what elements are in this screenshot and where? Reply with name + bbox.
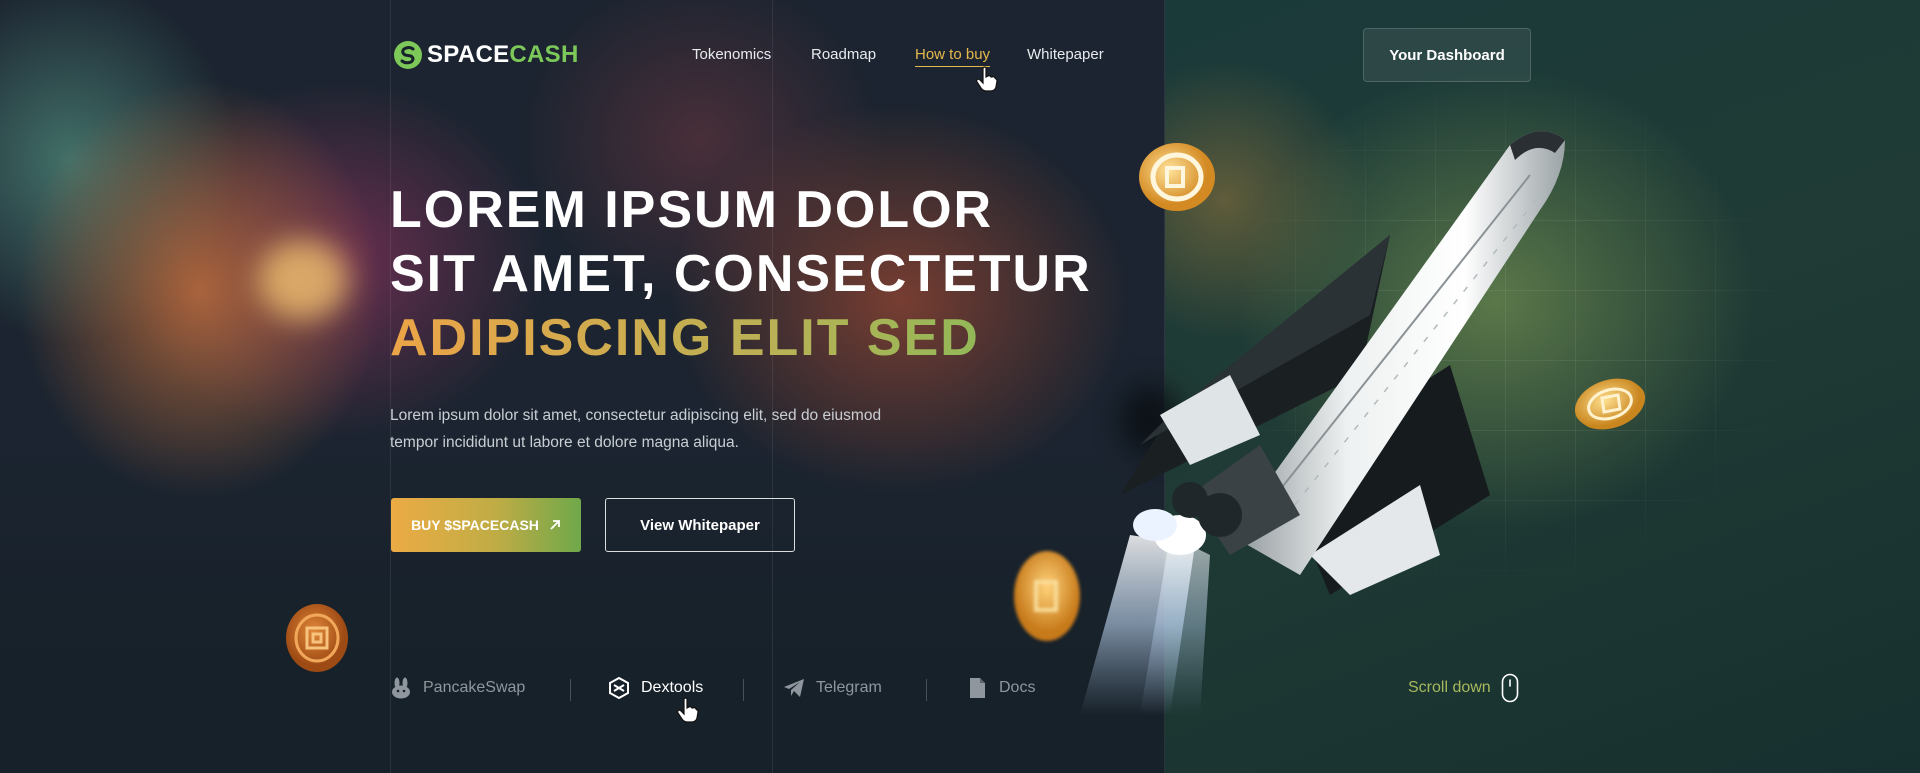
scroll-down-label: Scroll down [1408,679,1491,696]
buy-button[interactable]: BUY $SPACECASH [391,498,581,552]
link-label: Docs [999,679,1036,696]
nav-roadmap[interactable]: Roadmap [811,46,876,63]
paper-plane-icon [783,677,805,699]
link-dextools[interactable]: Dextools [608,677,703,699]
dextools-icon [608,677,630,699]
scroll-down-indicator[interactable]: Scroll down [1408,673,1519,703]
nav-whitepaper[interactable]: Whitepaper [1027,46,1104,63]
coin-icon [286,604,348,672]
link-label: PancakeSwap [423,679,526,696]
link-label: Dextools [641,679,704,696]
document-icon [966,677,988,699]
view-whitepaper-button[interactable]: View Whitepaper [605,498,795,552]
rocket-illustration [1080,131,1565,715]
hand-cursor-icon [677,697,699,723]
mouse-icon [1501,673,1519,703]
hero-headline: LOREM IPSUM DOLOR SIT AMET, CONSECTETUR … [390,178,1092,370]
nav-tokenomics[interactable]: Tokenomics [692,46,771,63]
headline-line-3: ADIPISCING ELIT SED [390,306,1092,370]
buy-button-label: BUY $SPACECASH [411,517,539,533]
link-telegram[interactable]: Telegram [783,677,882,699]
hand-cursor-icon [976,66,998,92]
guide-line [390,0,391,773]
divider [743,679,744,701]
divider [570,679,571,701]
rabbit-icon [390,677,412,699]
brand-logo[interactable]: SPACECASH [393,40,579,70]
coin-icon [1574,378,1646,430]
spacecash-logo-icon [394,41,422,69]
hero-background [0,0,1165,773]
dashboard-button[interactable]: Your Dashboard [1363,28,1531,82]
divider [926,679,927,701]
headline-line-1: LOREM IPSUM DOLOR [390,181,994,239]
light-glow [258,240,348,320]
brand-name: SPACECASH [427,41,579,68]
hero-subtitle: Lorem ipsum dolor sit amet, consectetur … [390,407,882,451]
link-label: Telegram [816,679,882,696]
arrow-up-right-icon [550,520,560,530]
nav-how-to-buy[interactable]: How to buy [915,46,991,67]
link-docs[interactable]: Docs [966,677,1035,699]
headline-line-2: SIT AMET, CONSECTETUR [390,245,1092,303]
link-pancakeswap[interactable]: PancakeSwap [390,677,525,699]
guide-line [772,0,773,773]
